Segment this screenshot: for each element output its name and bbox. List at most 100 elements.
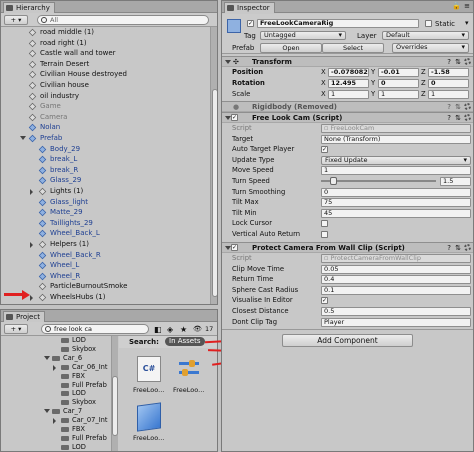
tilt-max-field[interactable]: 75 (321, 198, 471, 208)
hierarchy-row[interactable]: Civilian house (1, 80, 210, 91)
static-dropdown-icon[interactable]: ▾ (465, 19, 469, 27)
transform-rotation-y-field[interactable]: 0 (378, 79, 419, 88)
foldout-arrow-icon[interactable] (225, 60, 231, 64)
hierarchy-row[interactable]: Wheel_L (1, 260, 210, 271)
transform-rotation-x-field[interactable]: 12.495 (328, 79, 369, 88)
hierarchy-tab[interactable]: Hierarchy (3, 2, 55, 13)
project-tree-scrollbar[interactable] (111, 336, 118, 451)
foldout-collapsed-icon[interactable] (30, 242, 33, 248)
filter-by-type-icon[interactable]: ◧ (154, 325, 162, 334)
hierarchy-row[interactable]: Wheel_R (1, 271, 210, 282)
hierarchy-row[interactable]: Body_29 (1, 144, 210, 155)
lock-icon[interactable]: 🔒 (452, 2, 461, 10)
foldout-collapsed-icon[interactable] (53, 418, 56, 425)
lock-cursor-checkbox[interactable] (321, 219, 328, 227)
preset-icon[interactable]: ⇅ (455, 243, 461, 253)
transform-position-x-field[interactable]: -0.078082 (328, 68, 369, 77)
hierarchy-row[interactable]: break_L (1, 154, 210, 165)
sphere-cast-radius-field[interactable]: 0.1 (321, 285, 471, 295)
component-enabled-checkbox[interactable]: ✓ (231, 244, 238, 251)
inspector-tab[interactable]: Inspector (224, 2, 275, 13)
project-asset-item[interactable]: FreeLoo... (131, 402, 167, 446)
turn-speed-field[interactable]: 1.5 (440, 177, 471, 186)
hierarchy-row[interactable]: Lights (1) (1, 186, 210, 197)
transform-scale-y-field[interactable]: 1 (378, 90, 419, 99)
project-create-dropdown[interactable]: + ▾ (4, 324, 28, 334)
hierarchy-scroll-thumb[interactable] (212, 89, 217, 297)
layer-dropdown[interactable]: Default (382, 31, 469, 40)
closest-distance-field[interactable]: 0.5 (321, 307, 471, 316)
tab-menu-icon[interactable]: ≡ (464, 2, 470, 10)
foldout-collapsed-icon[interactable] (30, 295, 33, 301)
create-dropdown[interactable]: + ▾ (4, 15, 28, 25)
hidden-packages-icon[interactable]: 👁 (193, 325, 202, 333)
rigidbody-removed-header[interactable]: ● Rigidbody (Removed) ? ⇅ (222, 101, 473, 112)
transform-header[interactable]: ✣ Transform ? ⇅ (222, 56, 473, 67)
filter-by-label-icon[interactable]: ◈ (167, 325, 173, 334)
turn-speed-slider[interactable] (321, 177, 436, 186)
hierarchy-row[interactable]: Colliders (1) (1, 303, 210, 305)
settings-gear-icon[interactable] (464, 244, 471, 251)
project-tree-scroll-thumb[interactable] (112, 376, 118, 436)
transform-rotation-z-field[interactable]: 0 (428, 79, 469, 88)
active-checkbox[interactable]: ✓ (247, 20, 254, 27)
preset-icon[interactable]: ⇅ (455, 113, 461, 123)
hierarchy-scrollbar[interactable] (210, 27, 217, 304)
add-component-button[interactable]: Add Component (282, 334, 413, 347)
transform-position-y-field[interactable]: -0.01 (378, 68, 419, 77)
hierarchy-search-input[interactable]: All (37, 15, 209, 25)
vertical-auto-return-checkbox[interactable] (321, 230, 328, 238)
component-enabled-checkbox[interactable]: ✓ (231, 114, 238, 121)
transform-position-z-field[interactable]: -1.58 (428, 68, 469, 77)
prefab-open-button[interactable]: Open (260, 43, 322, 53)
hierarchy-row[interactable]: Camera (1, 112, 210, 123)
tilt-min-field[interactable]: 45 (321, 208, 471, 218)
help-icon[interactable]: ? (447, 57, 451, 67)
preset-icon[interactable]: ⇅ (455, 102, 461, 112)
help-icon[interactable]: ? (447, 243, 451, 253)
return-time-field[interactable]: 0.4 (321, 275, 471, 285)
hierarchy-row[interactable]: road right (1) (1, 38, 210, 49)
target-field[interactable]: None (Transform) (321, 134, 471, 144)
hierarchy-row[interactable]: Castle wall and tower (1, 48, 210, 59)
hierarchy-row[interactable]: ParticleBurnoutSmoke (1, 281, 210, 292)
hierarchy-row[interactable]: oil industry (1, 91, 210, 102)
visualise-in-editor-checkbox[interactable]: ✓ (321, 296, 328, 304)
hierarchy-row[interactable]: Wheel_Back_L (1, 228, 210, 239)
hierarchy-row[interactable]: Prefab (1, 133, 210, 144)
hierarchy-row[interactable]: Civilian House destroyed (1, 69, 210, 80)
hierarchy-row[interactable]: road middle (1) (1, 27, 210, 38)
move-speed-field[interactable]: 1 (321, 166, 471, 176)
foldout-expanded-icon[interactable] (44, 355, 50, 360)
free-look-cam-header[interactable]: ✓ Free Look Cam (Script) ? ⇅ (222, 112, 473, 123)
in-assets-toggle[interactable]: In Assets (165, 337, 205, 346)
foldout-collapsed-icon[interactable] (30, 189, 33, 195)
object-name-field[interactable]: FreeLookCameraRig (257, 19, 419, 28)
protect-camera-header[interactable]: ✓ Protect Camera From Wall Clip (Script)… (222, 242, 473, 253)
foldout-expanded-icon[interactable] (44, 409, 50, 414)
project-search-input[interactable]: free look ca (41, 324, 149, 334)
settings-gear-icon[interactable] (464, 58, 471, 65)
foldout-collapsed-icon[interactable] (53, 364, 56, 371)
prefab-select-button[interactable]: Select (322, 43, 384, 53)
save-search-icon[interactable]: ★ (180, 325, 187, 334)
help-icon[interactable]: ? (447, 102, 451, 112)
update-type-dropdown[interactable]: Fixed Update (321, 155, 471, 165)
clip-move-time-field[interactable]: 0.05 (321, 264, 471, 274)
hierarchy-row[interactable]: Taillights_29 (1, 218, 210, 229)
static-checkbox[interactable] (425, 20, 432, 27)
hierarchy-row[interactable]: Helpers (1) (1, 239, 210, 250)
help-icon[interactable]: ? (447, 113, 451, 123)
dont-clip-tag-field[interactable]: Player (321, 317, 471, 327)
hierarchy-row[interactable]: Terrain Desert (1, 59, 210, 70)
tag-dropdown[interactable]: Untagged (260, 31, 346, 40)
prefab-overrides-dropdown[interactable]: Overrides (392, 43, 469, 53)
hierarchy-row[interactable]: Matte_29 (1, 207, 210, 218)
project-asset-item[interactable]: C# FreeLoo... (131, 354, 167, 398)
hierarchy-row[interactable]: Nolan (1, 122, 210, 133)
transform-scale-x-field[interactable]: 1 (328, 90, 369, 99)
project-asset-item[interactable]: FreeLoo... (171, 354, 207, 398)
hierarchy-row[interactable]: Wheel_Back_R (1, 250, 210, 261)
auto-target-checkbox[interactable]: ✓ (321, 145, 328, 153)
hierarchy-row[interactable]: Game (1, 101, 210, 112)
